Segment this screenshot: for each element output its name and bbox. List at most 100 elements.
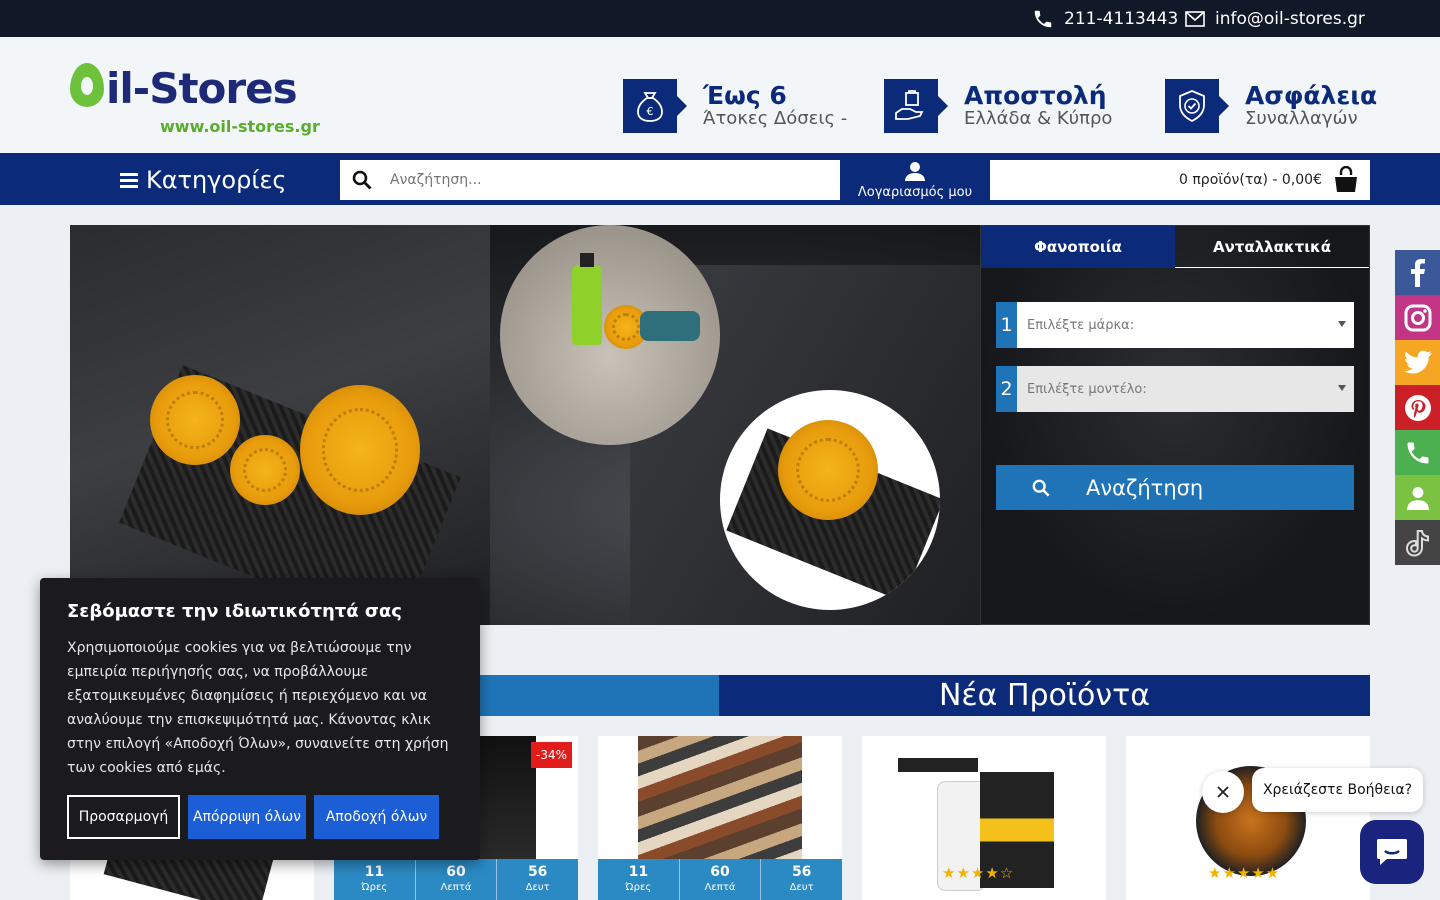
feature-installments: € Έως 6 Άτοκες Δόσεις - bbox=[623, 78, 847, 134]
search-icon bbox=[996, 479, 1086, 497]
brand-select[interactable]: 1 Επιλέξτε μάρκα: bbox=[996, 302, 1354, 348]
countdown-timer: 11 Ώρες 60 Λεπτά 56 Δευτ bbox=[598, 859, 842, 900]
email-address[interactable]: info@oil-stores.gr bbox=[1215, 9, 1365, 29]
account-quick-link[interactable] bbox=[1395, 475, 1440, 520]
selector-tabs: Φανοποιία Ανταλλακτικά bbox=[981, 226, 1369, 268]
chevron-down-icon bbox=[1338, 321, 1346, 327]
cookie-actions: Προσαρμογή Απόρριψη όλων Αποδοχή όλων bbox=[67, 795, 439, 839]
email-contact[interactable]: info@oil-stores.gr bbox=[1185, 0, 1365, 37]
cookie-reject-all-button[interactable]: Απόρριψη όλων bbox=[188, 795, 306, 839]
tab-bodywork[interactable]: Φανοποιία bbox=[981, 226, 1175, 268]
account-link[interactable]: Λογαριασμός μου bbox=[850, 161, 980, 201]
tiktok-link[interactable] bbox=[1395, 520, 1440, 565]
instagram-link[interactable] bbox=[1395, 295, 1440, 340]
cookie-customize-button[interactable]: Προσαρμογή bbox=[67, 795, 180, 839]
phone-icon bbox=[1407, 442, 1428, 463]
model-select-box[interactable]: Επιλέξτε μοντέλο: bbox=[1017, 366, 1354, 412]
chat-dismiss-button[interactable] bbox=[1202, 771, 1244, 813]
timer-seconds: 56 Δευτ bbox=[789, 864, 814, 893]
cookie-text: Χρησιμοποιούμε cookies για να βελτιώσουμ… bbox=[67, 640, 449, 776]
product-card[interactable]: ★★★★★ bbox=[1126, 736, 1370, 900]
user-icon bbox=[1406, 486, 1429, 510]
model-select[interactable]: 2 Επιλέξτε μοντέλο: bbox=[996, 366, 1354, 412]
top-contact-bar: 211-4113443 info@oil-stores.gr bbox=[0, 0, 1440, 37]
rating-stars: ★★★★★ bbox=[1208, 864, 1281, 882]
cart-summary: 0 προϊόν(τα) - 0,00€ bbox=[1179, 172, 1322, 188]
selector-search-button[interactable]: Αναζήτηση bbox=[996, 465, 1354, 510]
facebook-icon bbox=[1410, 258, 1425, 287]
section-title[interactable]: Νέα Προϊόντα bbox=[719, 675, 1370, 716]
search-input[interactable] bbox=[384, 172, 840, 188]
phone-icon bbox=[1034, 10, 1052, 27]
tab-parts[interactable]: Ανταλλακτικά bbox=[1175, 226, 1369, 268]
mail-icon bbox=[1185, 10, 1205, 27]
delivery-hand-icon bbox=[884, 79, 948, 133]
site-header: il-Stores www.oil-stores.gr € Έως 6 Άτοκ… bbox=[0, 37, 1440, 155]
chat-bubble-icon bbox=[1377, 839, 1407, 865]
brand-select-box[interactable]: Επιλέξτε μάρκα: bbox=[1017, 302, 1354, 348]
main-navbar: Κατηγορίες Λογαριασμός μου 0 προϊόν(τα) … bbox=[0, 155, 1440, 205]
hamburger-icon bbox=[120, 173, 138, 188]
product-image-nozzle bbox=[898, 758, 978, 772]
phone-contact[interactable]: 211-4113443 bbox=[1032, 0, 1178, 37]
timer-minutes: 60 Λεπτά bbox=[680, 859, 762, 900]
step-number: 2 bbox=[996, 366, 1017, 412]
close-icon bbox=[1217, 786, 1229, 798]
hero-banner[interactable] bbox=[70, 225, 980, 625]
cart-button[interactable]: 0 προϊόν(τα) - 0,00€ bbox=[990, 160, 1370, 200]
feature-subtitle: Άτοκες Δόσεις - bbox=[703, 107, 848, 129]
countdown-timer: 11 Ώρες 60 Λεπτά 56 Δευτ bbox=[334, 859, 578, 900]
svg-text:€: € bbox=[647, 105, 654, 118]
oil-drop-icon bbox=[70, 63, 104, 107]
site-logo[interactable]: il-Stores www.oil-stores.gr bbox=[70, 59, 330, 139]
timer-hours: 11 Ώρες bbox=[334, 859, 416, 900]
categories-menu-button[interactable]: Κατηγορίες bbox=[120, 163, 287, 197]
social-sidebar bbox=[1395, 250, 1440, 565]
instagram-icon bbox=[1404, 304, 1431, 331]
categories-label: Κατηγορίες bbox=[146, 166, 287, 194]
timer-minutes: 60 Λεπτά bbox=[416, 859, 498, 900]
vehicle-selector: Φανοποιία Ανταλλακτικά 1 Επιλέξτε μάρκα:… bbox=[980, 225, 1370, 625]
feature-subtitle: Ελλάδα & Κύπρο bbox=[964, 107, 1113, 129]
tiktok-icon bbox=[1405, 529, 1429, 557]
feature-title: Έως 6 bbox=[703, 81, 787, 111]
feature-shipping: Αποστολή Ελλάδα & Κύπρο bbox=[884, 78, 1112, 134]
timer-seconds: 56 Δευτ bbox=[525, 864, 550, 893]
product-card[interactable]: 11 Ώρες 60 Λεπτά 56 Δευτ bbox=[598, 736, 842, 900]
facebook-link[interactable] bbox=[1395, 250, 1440, 295]
phone-number[interactable]: 211-4113443 bbox=[1064, 9, 1178, 29]
selector-search-label: Αναζήτηση bbox=[1086, 475, 1204, 500]
discount-badge: -34% bbox=[530, 742, 572, 768]
step-number: 1 bbox=[996, 302, 1017, 348]
brand-placeholder: Επιλέξτε μάρκα: bbox=[1027, 317, 1135, 333]
shield-check-icon bbox=[1165, 79, 1229, 133]
twitter-link[interactable] bbox=[1395, 340, 1440, 385]
phone-link[interactable] bbox=[1395, 430, 1440, 475]
feature-subtitle: Συναλλαγών bbox=[1245, 107, 1358, 129]
chat-launcher-button[interactable] bbox=[1360, 820, 1424, 884]
logo-text: il-Stores bbox=[106, 64, 298, 113]
hero-product-circle-1 bbox=[500, 225, 720, 445]
logo-wordmark: il-Stores bbox=[70, 59, 298, 113]
cookie-title: Σεβόμαστε την ιδιωτικότητά σας bbox=[67, 601, 402, 622]
logo-url: www.oil-stores.gr bbox=[160, 117, 320, 136]
hero-drill bbox=[640, 311, 700, 341]
search-bar bbox=[340, 160, 840, 200]
hero-brush-large bbox=[300, 385, 420, 515]
chevron-down-icon bbox=[1338, 385, 1346, 391]
twitter-icon bbox=[1403, 350, 1432, 373]
chat-prompt-bubble[interactable]: Χρειάζεστε Βοήθεια? bbox=[1252, 768, 1423, 812]
cookie-consent-banner: Σεβόμαστε την ιδιωτικότητά σας Χρησιμοπο… bbox=[40, 578, 480, 860]
feature-security: Ασφάλεια Συναλλαγών bbox=[1165, 78, 1377, 134]
shopping-bag-icon bbox=[1335, 166, 1357, 192]
money-bag-icon: € bbox=[623, 79, 687, 133]
cookie-accept-all-button[interactable]: Αποδοχή όλων bbox=[314, 795, 439, 839]
product-card[interactable]: ★★★★☆ bbox=[862, 736, 1106, 900]
search-icon[interactable] bbox=[340, 170, 384, 190]
account-label: Λογαριασμός μου bbox=[857, 185, 973, 200]
pinterest-link[interactable] bbox=[1395, 385, 1440, 430]
timer-hours: 11 Ώρες bbox=[598, 859, 680, 900]
model-placeholder: Επιλέξτε μοντέλο: bbox=[1027, 381, 1147, 397]
user-icon bbox=[905, 162, 925, 181]
hero-product-circle-2 bbox=[720, 390, 940, 610]
